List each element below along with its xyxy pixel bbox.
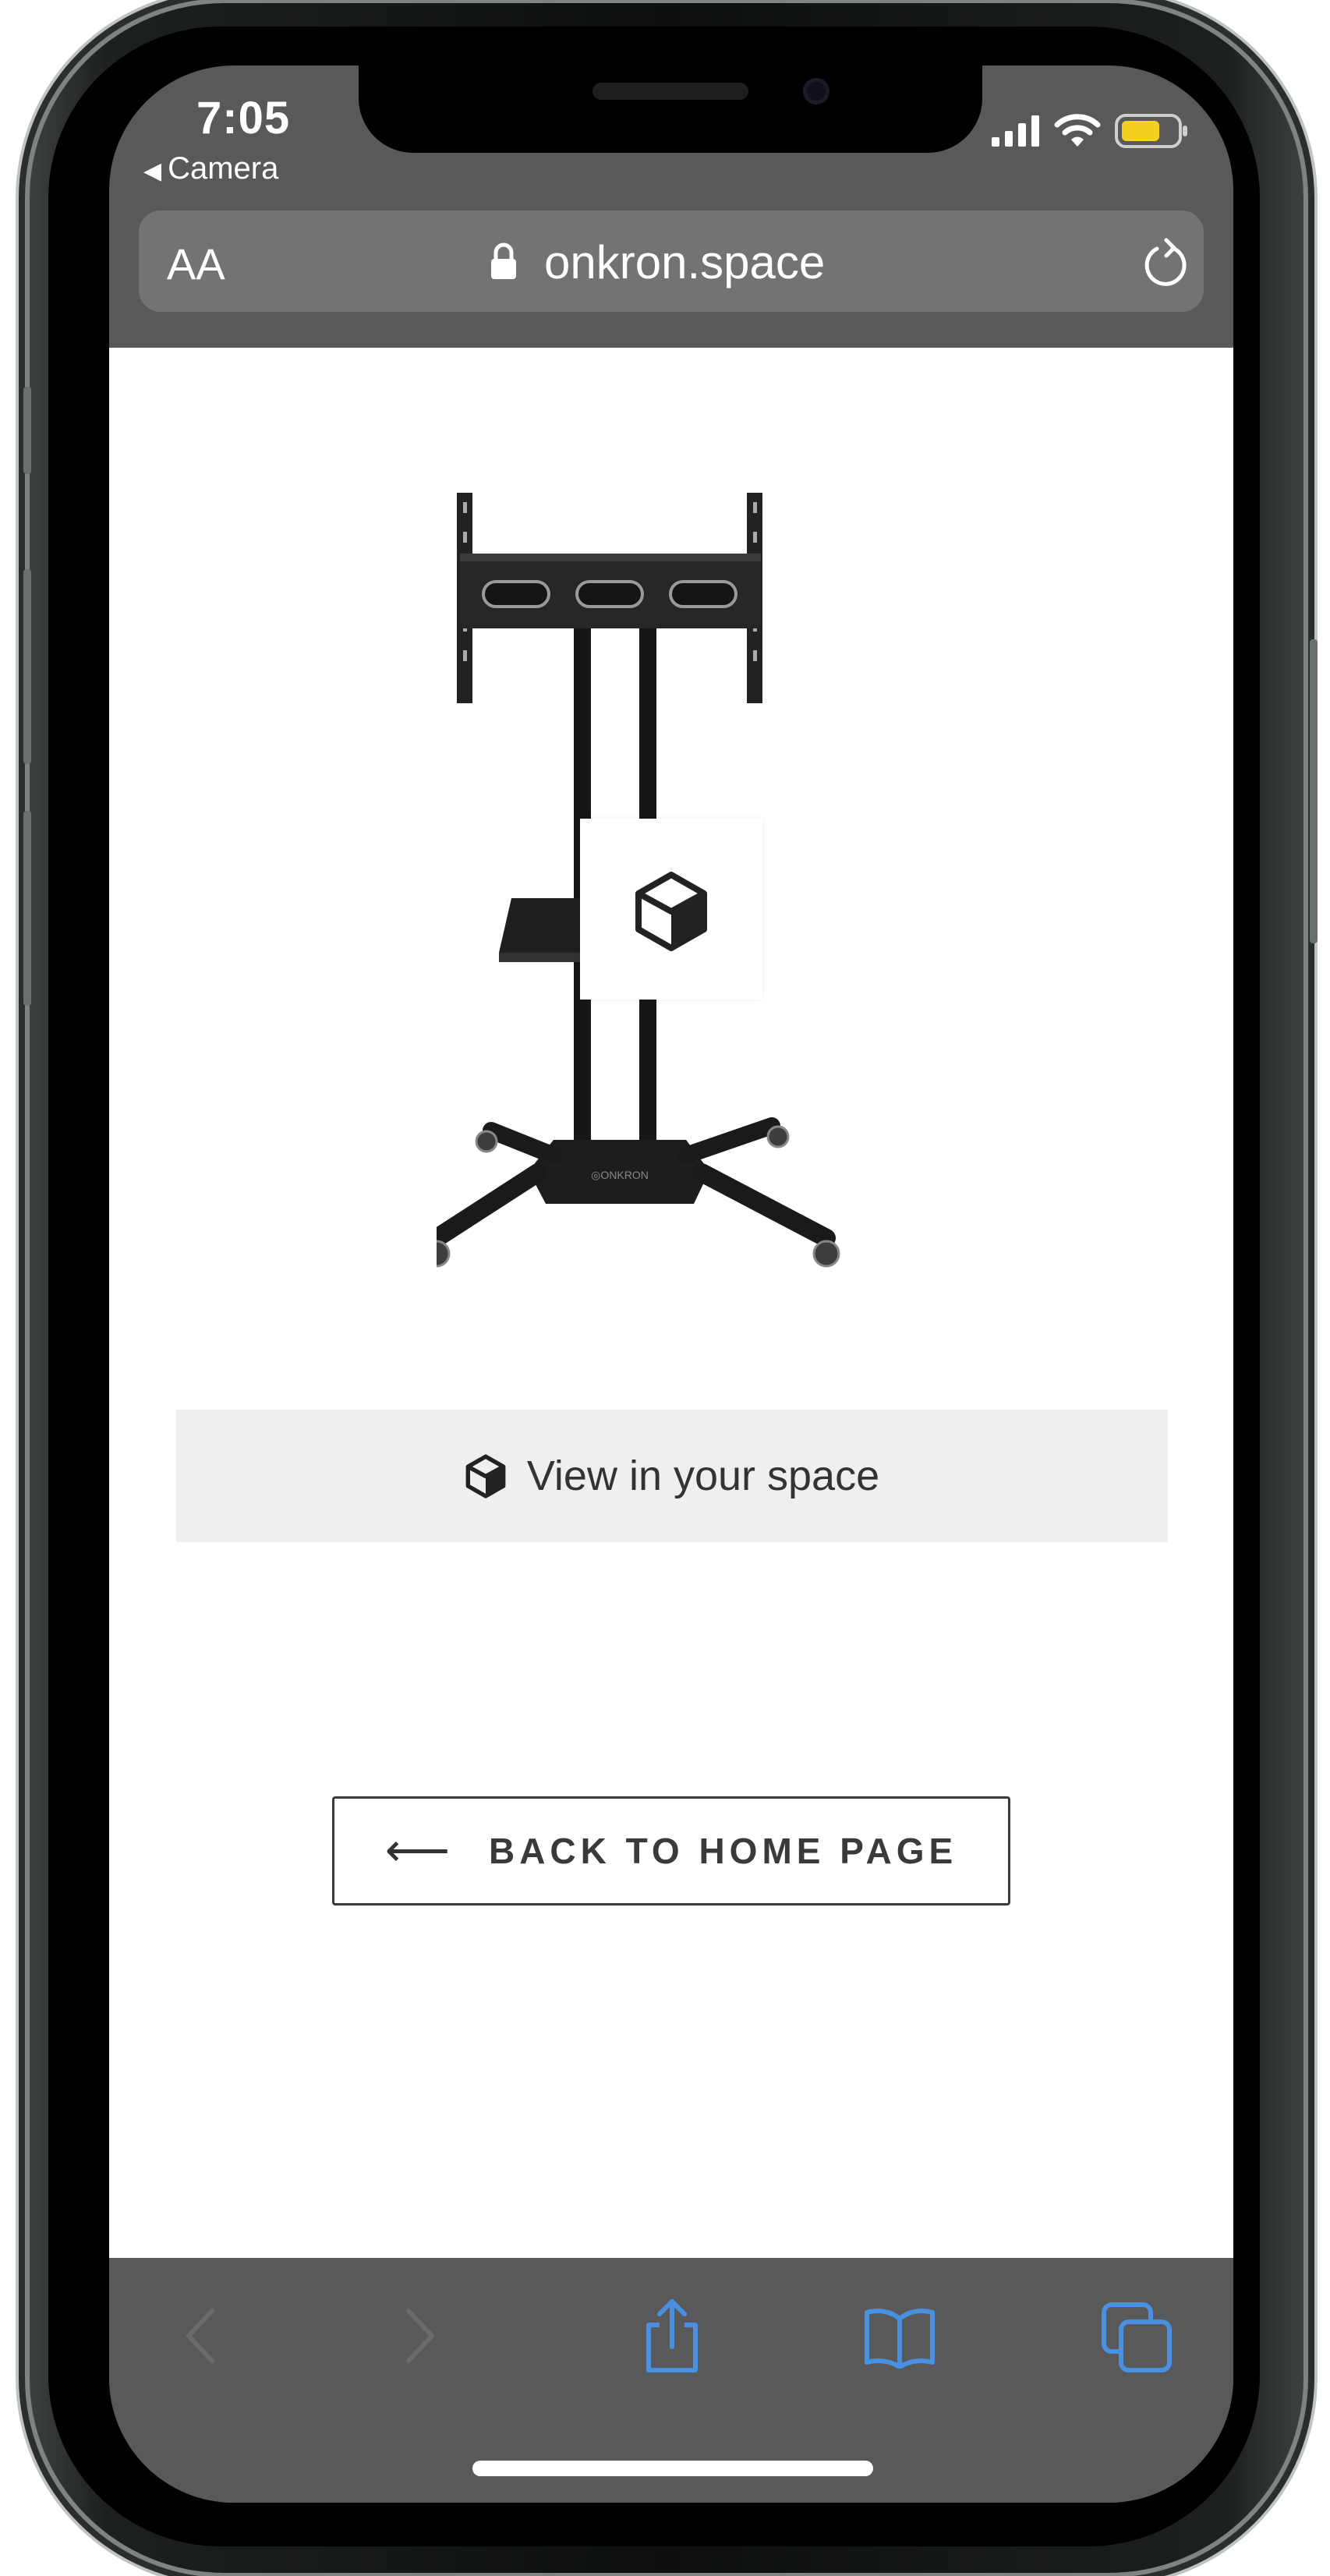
url-domain[interactable]: onkron.space [544, 235, 825, 289]
phone-screen: 7:05 ◀ Camera AA onkron.space ◎ONKRON Vi… [109, 65, 1233, 2503]
wifi-icon [1054, 114, 1101, 147]
url-bar[interactable]: AA onkron.space [139, 211, 1204, 312]
ar-cube-icon [635, 872, 707, 951]
text-size-button[interactable]: AA [167, 239, 225, 289]
browser-toolbar [109, 2258, 1233, 2503]
lock-icon [491, 242, 516, 279]
share-icon[interactable] [639, 2297, 705, 2375]
volume-down-button [23, 811, 31, 1006]
back-to-home-button[interactable]: ⟵ BACK TO HOME PAGE [332, 1796, 1010, 1905]
back-icon[interactable] [181, 2305, 220, 2367]
power-button [1310, 639, 1318, 943]
ar-cube-icon [465, 1454, 506, 1499]
svg-text:◎ONKRON: ◎ONKRON [591, 1169, 649, 1181]
notch [359, 65, 982, 153]
ar-view-badge[interactable] [580, 819, 762, 1000]
volume-up-button [23, 569, 31, 764]
home-indicator[interactable] [472, 2461, 873, 2476]
forward-icon[interactable] [401, 2305, 440, 2367]
front-camera [803, 78, 829, 104]
back-to-home-label: BACK TO HOME PAGE [488, 1831, 958, 1871]
cellular-signal-icon [992, 115, 1039, 147]
status-time: 7:05 [196, 93, 291, 143]
back-app-label: Camera [168, 151, 279, 186]
earpiece-speaker [592, 83, 748, 100]
web-page: ◎ONKRON View in your space ⟵ BACK TO HOM… [109, 348, 1233, 2258]
reload-icon[interactable] [1141, 237, 1190, 288]
back-triangle-icon: ◀ [143, 158, 162, 184]
view-in-your-space-button[interactable]: View in your space [176, 1410, 1168, 1542]
arrow-left-icon: ⟵ [384, 1825, 450, 1876]
bookmarks-icon[interactable] [862, 2306, 937, 2369]
mute-switch [23, 387, 31, 474]
view-in-your-space-label: View in your space [526, 1453, 880, 1499]
back-to-app-link[interactable]: ◀ Camera [143, 151, 278, 186]
tabs-icon[interactable] [1099, 2300, 1174, 2375]
battery-icon [1115, 114, 1187, 148]
